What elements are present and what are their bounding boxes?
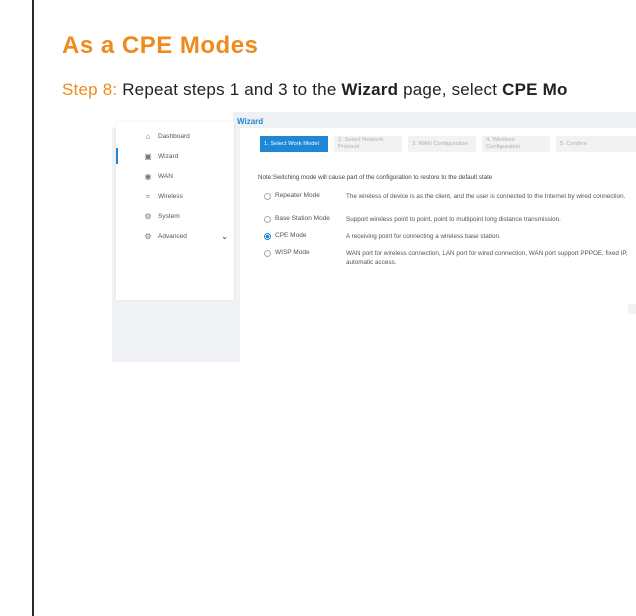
- next-button[interactable]: [628, 304, 636, 314]
- sidebar-item-wan[interactable]: ◉ WAN: [116, 168, 234, 184]
- step-bold-cpe: CPE Mo: [502, 80, 568, 99]
- mode-description: WAN port for wireless connection, LAN po…: [346, 250, 628, 266]
- sidebar-item-advanced[interactable]: ⚙ Advanced ⌄: [116, 228, 234, 244]
- mode-name: WISP Mode: [275, 249, 310, 256]
- sidebar-item-label: Wizard: [158, 152, 179, 160]
- wizard-step-2[interactable]: 2. Select Network Protocol: [334, 136, 402, 152]
- wifi-icon: ≈: [145, 191, 151, 201]
- header-bar: [233, 112, 636, 128]
- step-label: Step 8:: [62, 80, 118, 99]
- wizard-content: 1. Select Work Model 2. Select Network P…: [240, 128, 636, 362]
- sidebar-item-system[interactable]: ⚙ System: [116, 208, 234, 224]
- radio-button[interactable]: [264, 250, 271, 257]
- radio-button[interactable]: [264, 193, 271, 200]
- sidebar-item-wizard[interactable]: ▣ Wizard: [116, 148, 236, 164]
- wizard-step-5[interactable]: 5. Confirm: [556, 136, 636, 152]
- sidebar: ⌂ Dashboard ▣ Wizard ◉ WAN ≈ Wireless ⚙ …: [116, 122, 234, 300]
- gears-icon: ⚙: [144, 231, 152, 241]
- wizard-step-4[interactable]: 4. Wireless Configuration: [482, 136, 550, 152]
- step-instruction: Step 8: Repeat steps 1 and 3 to the Wiza…: [62, 80, 568, 100]
- radio-button[interactable]: [264, 216, 271, 223]
- mode-description: A receiving point for connecting a wirel…: [346, 233, 501, 240]
- mode-name: CPE Mode: [275, 232, 307, 239]
- step-text-2: page, select: [398, 80, 503, 99]
- page-left-rule: [32, 0, 34, 616]
- sidebar-item-dashboard[interactable]: ⌂ Dashboard: [116, 128, 234, 144]
- sidebar-item-label: Advanced: [158, 232, 187, 240]
- chevron-down-icon[interactable]: ⌄: [221, 232, 228, 241]
- mode-switch-note: Note:Switching mode will cause part of t…: [258, 174, 493, 181]
- sidebar-item-label: WAN: [158, 172, 173, 180]
- mode-name: Repeater Mode: [275, 192, 320, 199]
- sidebar-item-wireless[interactable]: ≈ Wireless: [116, 188, 234, 204]
- wizard-icon: ▣: [144, 151, 152, 161]
- gear-icon: ⚙: [144, 211, 152, 221]
- sidebar-item-label: Dashboard: [158, 132, 190, 140]
- mode-name: Base Station Mode: [275, 215, 330, 222]
- radio-button-checked[interactable]: [264, 233, 271, 240]
- sidebar-item-label: System: [158, 212, 180, 220]
- section-heading: As a CPE Modes: [62, 32, 259, 59]
- sidebar-item-label: Wireless: [158, 192, 183, 200]
- globe-icon: ◉: [144, 171, 152, 181]
- step-text-1: Repeat steps 1 and 3 to the: [117, 80, 342, 99]
- mode-description: Support wireless point to point, point t…: [346, 216, 561, 223]
- mode-description: The wireless of device is as the client,…: [346, 193, 626, 200]
- home-icon: ⌂: [145, 131, 151, 141]
- wizard-step-1[interactable]: 1. Select Work Model: [260, 136, 328, 152]
- page-title: Wizard: [237, 117, 264, 126]
- wizard-screenshot: Wizard ⌂ Dashboard ▣ Wizard ◉ WAN ≈ Wire…: [112, 112, 636, 362]
- step-bold-wizard: Wizard: [341, 80, 399, 99]
- wizard-step-3[interactable]: 3. WAN Configuration: [408, 136, 476, 152]
